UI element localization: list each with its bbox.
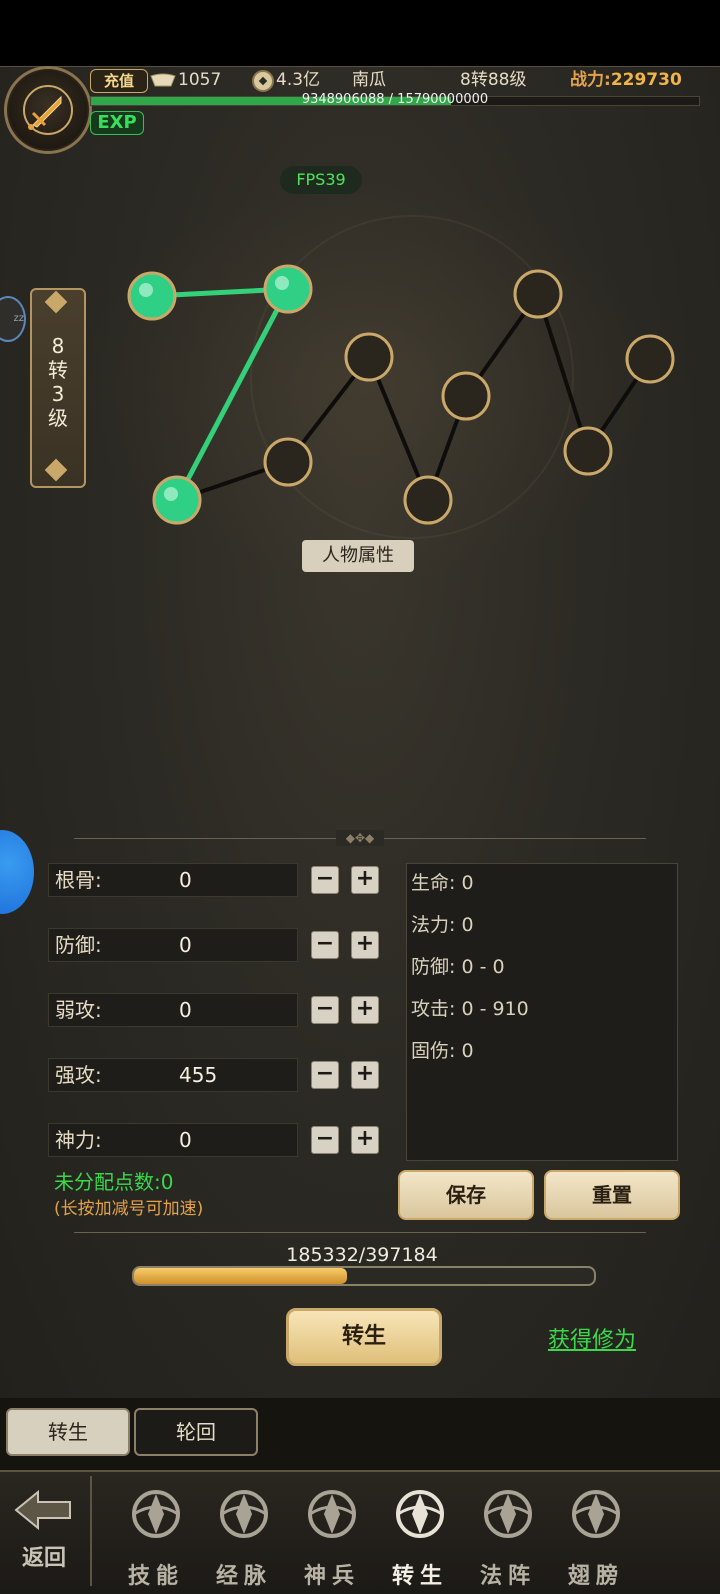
nav-wings[interactable]: 翅膀 bbox=[552, 1476, 640, 1589]
attr-fixed-damage: 固伤: 0 bbox=[411, 1040, 474, 1062]
stat-weak-attack-plus-button[interactable]: + bbox=[351, 996, 379, 1024]
stat-root-minus-button[interactable]: − bbox=[311, 866, 339, 894]
activated-node[interactable] bbox=[152, 475, 202, 525]
stat-root-plus-button[interactable]: + bbox=[351, 866, 379, 894]
stat-weak-attack-field: 弱攻: 0 bbox=[48, 993, 298, 1027]
stat-name: 神力: bbox=[55, 1128, 102, 1152]
nav-weapon[interactable]: 神兵 bbox=[288, 1476, 376, 1589]
locked-node[interactable] bbox=[403, 475, 453, 525]
stat-name: 强攻: bbox=[55, 1063, 102, 1087]
attr-attack: 攻击: 0 - 910 bbox=[411, 998, 529, 1020]
nav-label: 神兵 bbox=[303, 1564, 360, 1589]
activated-node[interactable] bbox=[263, 264, 313, 314]
stat-strong-attack-field: 强攻: 455 bbox=[48, 1058, 298, 1092]
inactive-link bbox=[536, 293, 590, 452]
stat-divine-power-plus-button[interactable]: + bbox=[351, 1126, 379, 1154]
hold-hint: (长按加减号可加速) bbox=[54, 1199, 204, 1219]
locked-node[interactable] bbox=[563, 426, 613, 476]
stat-strong-attack-plus-button[interactable]: + bbox=[351, 1061, 379, 1089]
stat-value: 0 bbox=[179, 933, 192, 957]
stat-divine-power-field: 神力: 0 bbox=[48, 1123, 298, 1157]
stat-name: 弱攻: bbox=[55, 998, 102, 1022]
stat-weak-attack-minus-button[interactable]: − bbox=[311, 996, 339, 1024]
locked-node[interactable] bbox=[263, 437, 313, 487]
stat-value: 455 bbox=[179, 1063, 218, 1087]
back-button[interactable]: 返回 bbox=[8, 1476, 80, 1586]
formation-icon bbox=[484, 1490, 532, 1538]
nav-separator bbox=[90, 1476, 92, 1586]
wings-icon bbox=[572, 1490, 620, 1538]
gain-cultivation-link[interactable]: 获得修为 bbox=[548, 1322, 636, 1354]
stat-defense-minus-button[interactable]: − bbox=[311, 931, 339, 959]
stat-value: 0 bbox=[179, 1128, 192, 1152]
cultivation-progress-text: 185332/397184 bbox=[286, 1244, 438, 1266]
attr-defense: 防御: 0 - 0 bbox=[411, 956, 505, 978]
skill-icon bbox=[132, 1490, 180, 1538]
back-label: 返回 bbox=[21, 1546, 66, 1571]
activated-node[interactable] bbox=[127, 271, 177, 321]
character-attributes-tag: 人物属性 bbox=[302, 540, 414, 572]
cultivation-progress-fill bbox=[134, 1268, 347, 1284]
tab-rebirth[interactable]: 转生 bbox=[6, 1408, 130, 1456]
stat-name: 防御: bbox=[55, 933, 102, 957]
section-divider-bottom bbox=[74, 1232, 646, 1233]
nav-label: 经脉 bbox=[215, 1564, 272, 1589]
nav-meridian[interactable]: 经脉 bbox=[200, 1476, 288, 1589]
locked-node[interactable] bbox=[625, 334, 675, 384]
attr-hp: 生命: 0 bbox=[411, 872, 474, 894]
nav-label: 法阵 bbox=[479, 1564, 536, 1589]
attr-mp: 法力: 0 bbox=[411, 914, 474, 936]
stat-defense-field: 防御: 0 bbox=[48, 928, 298, 962]
stat-root-field: 根骨: 0 bbox=[48, 863, 298, 897]
stat-value: 0 bbox=[179, 868, 192, 892]
attribute-summary-box: 生命: 0 法力: 0 防御: 0 - 0 攻击: 0 - 910 固伤: 0 bbox=[406, 863, 678, 1161]
rebirth-button[interactable]: 转生 bbox=[286, 1308, 442, 1366]
unallocated-points: 未分配点数:0 bbox=[54, 1170, 174, 1194]
stat-name: 根骨: bbox=[55, 868, 102, 892]
nav-label: 转生 bbox=[391, 1564, 448, 1589]
locked-node[interactable] bbox=[513, 269, 563, 319]
reset-button[interactable]: 重置 bbox=[544, 1170, 680, 1220]
nav-rebirth[interactable]: 转生 bbox=[376, 1476, 464, 1589]
save-button[interactable]: 保存 bbox=[398, 1170, 534, 1220]
locked-node[interactable] bbox=[344, 332, 394, 382]
rebirth-icon bbox=[396, 1490, 444, 1538]
cultivation-progress-bar bbox=[132, 1266, 596, 1286]
rebirth-node-graph bbox=[127, 264, 675, 525]
stat-value: 0 bbox=[179, 998, 192, 1022]
tab-reincarnation[interactable]: 轮回 bbox=[134, 1408, 258, 1456]
stat-strong-attack-minus-button[interactable]: − bbox=[311, 1061, 339, 1089]
divider-ornament: ◆✥◆ bbox=[336, 830, 384, 846]
nav-formation[interactable]: 法阵 bbox=[464, 1476, 552, 1589]
stat-divine-power-minus-button[interactable]: − bbox=[311, 1126, 339, 1154]
locked-node[interactable] bbox=[441, 371, 491, 421]
nav-label: 翅膀 bbox=[567, 1564, 624, 1589]
back-arrow-icon bbox=[14, 1489, 71, 1531]
nav-label: 技能 bbox=[127, 1564, 184, 1589]
nav-skill[interactable]: 技能 bbox=[112, 1476, 200, 1589]
stat-defense-plus-button[interactable]: + bbox=[351, 931, 379, 959]
meridian-icon bbox=[220, 1490, 268, 1538]
weapon-icon bbox=[308, 1490, 356, 1538]
